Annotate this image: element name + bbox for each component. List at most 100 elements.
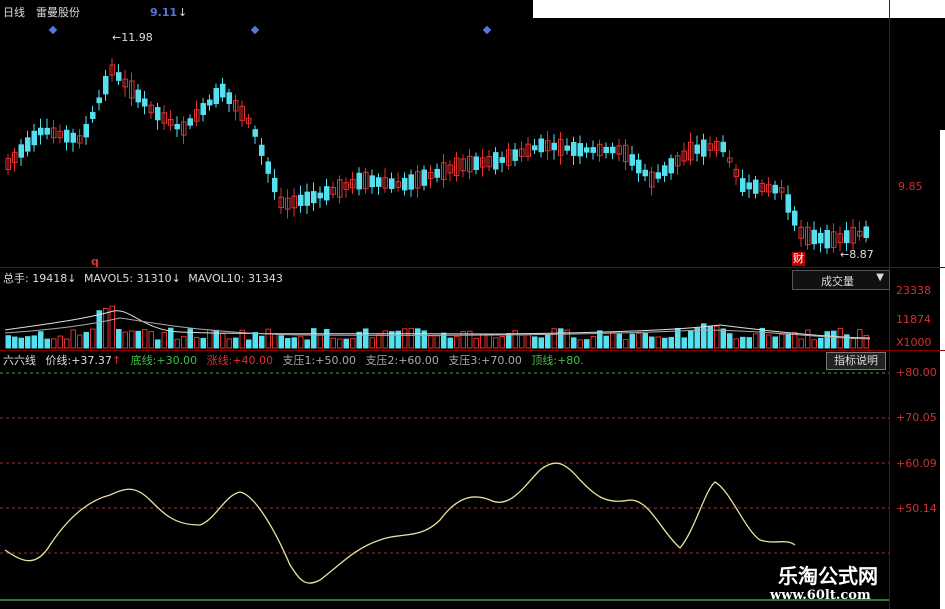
support1-label: 支压1:: [282, 354, 316, 367]
candlestick: [44, 127, 50, 135]
volume-bar: [863, 334, 869, 349]
volume-bar: [12, 336, 18, 349]
indicator-axis-50: +50.14: [896, 502, 937, 515]
candlestick: [25, 137, 31, 152]
volume-bar: [304, 339, 310, 349]
candlestick: [304, 191, 310, 206]
support3-label: 支压3:: [448, 354, 482, 367]
mavol5-label: MAVOL5:: [83, 272, 134, 285]
chart-canvas[interactable]: [0, 0, 945, 609]
volume-bar: [5, 335, 11, 349]
candlestick: [408, 174, 414, 190]
candlestick: [740, 178, 746, 192]
volume-bar: [161, 331, 167, 349]
indicator-select[interactable]: 成交量 ▼: [792, 270, 890, 290]
volume-bar: [278, 335, 284, 349]
candlestick: [720, 141, 726, 153]
candlestick: [538, 138, 544, 153]
candlestick: [571, 142, 577, 156]
volume-bar: [805, 329, 811, 349]
candlestick: [603, 146, 609, 154]
volume-bar: [317, 334, 323, 349]
candlestick: [135, 89, 141, 103]
candlestick: [18, 144, 24, 158]
volume-bar: [31, 335, 37, 349]
top-line-label: 顶线:: [531, 354, 558, 367]
top-line-value: +80.: [557, 354, 584, 367]
volume-bar: [434, 335, 440, 349]
price-axis-label: 9.85: [898, 180, 923, 193]
volume-bar: [83, 331, 89, 349]
candlestick: [792, 210, 798, 226]
volume-indicator-divider: [0, 350, 945, 351]
volume-bar: [324, 329, 330, 349]
candlestick: [655, 172, 661, 179]
candlestick: [629, 154, 635, 166]
up-arrow-icon: ↑: [111, 354, 122, 367]
indicator-help-button[interactable]: 指标说明: [826, 352, 886, 370]
volume-bar: [493, 337, 499, 349]
volume-bar: [376, 334, 382, 349]
candlestick: [499, 157, 505, 163]
volume-axis-top: 23338: [896, 284, 931, 297]
volume-bar: [590, 335, 596, 349]
volume-bar: [584, 339, 590, 349]
volume-axis-mid: 11874: [896, 313, 931, 326]
volume-bar: [480, 333, 486, 349]
indicator-axis-80: +80.00: [896, 366, 937, 379]
left-arrow-icon: ←: [840, 248, 850, 261]
rise-line-value: +40.00: [232, 354, 274, 367]
volume-bar: [714, 325, 720, 349]
support3-value: +70.00: [481, 354, 522, 367]
volume-bar: [116, 329, 122, 349]
volume-bar: [701, 323, 707, 349]
volume-bar: [629, 333, 635, 349]
volume-bar: [473, 337, 479, 349]
candlestick: [785, 194, 791, 213]
candlestick: [38, 127, 44, 136]
volume-bar: [727, 333, 733, 349]
candlestick: [772, 184, 778, 194]
volume-bar: [148, 331, 154, 349]
volume-bar: [252, 332, 258, 349]
volume-bar: [415, 328, 421, 349]
chevron-down-icon: ▼: [876, 272, 884, 283]
volume-bar: [363, 328, 369, 349]
volume-bar: [155, 339, 161, 349]
volume-bar: [694, 327, 700, 349]
period-label[interactable]: 日线: [3, 6, 25, 20]
volume-bar: [779, 333, 785, 349]
candlestick: [252, 129, 258, 137]
volume-axis-unit: X1000: [896, 336, 932, 349]
candlestick: [753, 179, 759, 194]
volume-bar: [174, 338, 180, 349]
volume-bar: [200, 337, 206, 349]
high-price-label: ←11.98: [112, 31, 153, 45]
volume-bar: [142, 329, 148, 349]
candlestick: [701, 139, 707, 157]
candlestick: [389, 178, 395, 190]
indicator-axis-60: +60.09: [896, 457, 937, 470]
candlestick: [532, 145, 538, 151]
volume-bar: [740, 336, 746, 349]
candlestick: [369, 175, 375, 188]
candlestick: [116, 72, 122, 81]
candlestick: [64, 129, 70, 143]
volume-bar: [369, 337, 375, 349]
candlestick: [863, 226, 869, 239]
total-volume-value: 19418: [32, 272, 68, 285]
volume-bar: [70, 329, 76, 349]
volume-bar: [662, 337, 668, 349]
volume-bar: [291, 337, 297, 349]
volume-bar: [343, 338, 349, 349]
left-arrow-icon: ←: [112, 31, 122, 44]
low-price-value: 8.87: [849, 248, 874, 261]
volume-bar: [109, 305, 115, 349]
finance-marker[interactable]: 财: [792, 252, 805, 266]
candlestick: [90, 112, 96, 119]
volume-bar: [402, 328, 408, 349]
volume-bar: [720, 328, 726, 349]
volume-bar: [129, 330, 135, 349]
down-arrow-icon: ↓: [171, 272, 181, 285]
support2-value: +60.00: [398, 354, 439, 367]
